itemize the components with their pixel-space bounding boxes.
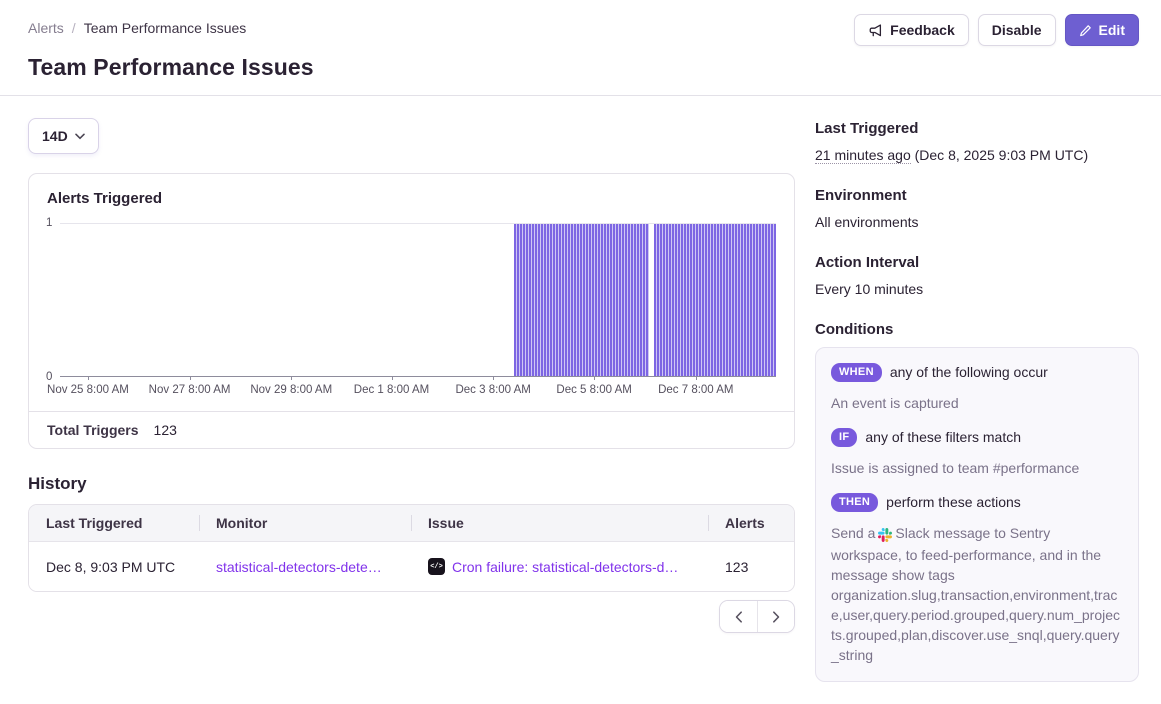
pagination [28,600,795,633]
if-detail: Issue is assigned to team #performance [831,458,1123,478]
table-row: Dec 8, 9:03 PM UTC statistical-detectors… [29,542,794,591]
if-title: any of these filters match [865,429,1021,445]
code-icon: </> [428,558,445,575]
page-header: Alerts / Team Performance Issues Feedbac… [0,0,1161,96]
x-axis-tick-label: Dec 1 8:00 AM [354,384,429,396]
alerts-triggered-chart-card: Alerts Triggered 1 0 Nov 25 8:00 AMNov 2… [28,173,795,449]
x-axis-tick-mark [594,376,595,380]
chart-area: 1 0 Nov 25 8:00 AMNov 27 8:00 AMNov 29 8… [47,223,776,399]
then-title: perform these actions [886,494,1021,510]
x-axis-tick-mark [88,376,89,380]
page-title: Team Performance Issues [28,54,1139,81]
history-table-header: Last Triggered Monitor Issue Alerts [29,505,794,542]
column-header-issue: Issue [411,505,708,541]
environment-heading: Environment [815,187,1139,204]
previous-page-button[interactable] [720,601,757,632]
feedback-button-label: Feedback [890,22,955,38]
chart-x-labels: Nov 25 8:00 AMNov 27 8:00 AMNov 29 8:00 … [60,384,776,399]
then-badge: THEN [831,493,878,512]
conditions-panel: WHEN any of the following occur An event… [815,347,1139,682]
x-axis-tick-label: Dec 7 8:00 AM [658,384,733,396]
cell-issue: </> Cron failure: statistical-detectors-… [411,542,708,591]
feedback-button[interactable]: Feedback [854,14,969,46]
action-interval-section: Action Interval Every 10 minutes [815,254,1139,299]
then-detail-tags: organization.slug,transaction,environmen… [831,585,1123,665]
when-title: any of the following occur [890,364,1048,380]
then-condition-row: THEN perform these actions [831,493,1123,512]
last-triggered-heading: Last Triggered [815,120,1139,137]
last-triggered-section: Last Triggered 21 minutes ago (Dec 8, 20… [815,120,1139,165]
when-detail: An event is captured [831,393,1123,413]
breadcrumb-current: Team Performance Issues [84,20,247,36]
action-interval-heading: Action Interval [815,254,1139,271]
cell-alerts: 123 [708,542,794,591]
conditions-section: Conditions WHEN any of the following occ… [815,321,1139,682]
header-actions: Feedback Disable Edit [854,14,1139,46]
main-content: 14D Alerts Triggered 1 0 Nov 25 8:00 AMN… [0,96,1161,704]
history-heading: History [28,474,795,494]
then-detail: Send aSlack message to Sentry workspace,… [831,523,1123,665]
chart-footer: Total Triggers 123 [29,411,794,448]
cell-last-triggered: Dec 8, 9:03 PM UTC [29,542,199,591]
details-sidebar: Last Triggered 21 minutes ago (Dec 8, 20… [815,96,1139,704]
bar-segment [514,224,649,376]
x-axis-tick-mark [190,376,191,380]
x-axis-tick-mark [493,376,494,380]
monitor-link[interactable]: statistical-detectors-dete… [216,559,382,575]
time-range-label: 14D [42,128,68,144]
column-header-alerts: Alerts [708,505,794,541]
chevron-left-icon [735,611,743,623]
chevron-right-icon [772,611,780,623]
when-condition-row: WHEN any of the following occur [831,363,1123,382]
next-page-button[interactable] [757,601,794,632]
when-badge: WHEN [831,363,882,382]
megaphone-icon [868,23,883,38]
total-triggers-label: Total Triggers [47,422,139,438]
breadcrumb-alerts-link[interactable]: Alerts [28,20,64,36]
time-range-selector[interactable]: 14D [28,118,99,154]
x-axis-tick-mark [696,376,697,380]
absolute-time: (Dec 8, 2025 9:03 PM UTC) [915,147,1089,163]
x-axis-tick-label: Nov 27 8:00 AM [149,384,231,396]
chevron-down-icon [75,133,85,140]
x-axis-tick-mark [392,376,393,380]
chart-plot: 1 0 [60,223,776,377]
x-axis-tick-label: Dec 5 8:00 AM [556,384,631,396]
breadcrumb-separator: / [72,20,76,36]
column-header-last-triggered: Last Triggered [29,505,199,541]
disable-button-label: Disable [992,22,1042,38]
environment-section: Environment All environments [815,187,1139,232]
edit-button-label: Edit [1099,22,1125,38]
bar-segment [654,224,776,376]
then-detail-prefix: Send a [831,525,875,541]
cell-monitor: statistical-detectors-dete… [199,542,411,591]
relative-time[interactable]: 21 minutes ago [815,147,911,164]
x-axis-tick-label: Dec 3 8:00 AM [455,384,530,396]
column-header-monitor: Monitor [199,505,411,541]
disable-button[interactable]: Disable [978,14,1056,46]
breadcrumb: Alerts / Team Performance Issues [28,14,246,36]
environment-value: All environments [815,213,1139,232]
issue-link[interactable]: Cron failure: statistical-detectors-d… [452,559,678,575]
history-table: Last Triggered Monitor Issue Alerts Dec … [28,504,795,592]
y-axis-tick-bottom: 0 [46,371,52,383]
if-badge: IF [831,428,857,447]
conditions-heading: Conditions [815,321,1139,338]
edit-button[interactable]: Edit [1065,14,1139,46]
x-axis-tick-label: Nov 29 8:00 AM [250,384,332,396]
if-condition-row: IF any of these filters match [831,428,1123,447]
y-axis-tick-top: 1 [46,217,52,229]
pencil-icon [1079,24,1092,37]
slack-icon [878,525,892,545]
chart-title: Alerts Triggered [47,190,776,207]
x-axis-tick-mark [291,376,292,380]
total-triggers-value: 123 [154,422,177,438]
action-interval-value: Every 10 minutes [815,280,1139,299]
x-axis-tick-label: Nov 25 8:00 AM [47,384,129,396]
main-left-column: 14D Alerts Triggered 1 0 Nov 25 8:00 AMN… [28,96,795,704]
